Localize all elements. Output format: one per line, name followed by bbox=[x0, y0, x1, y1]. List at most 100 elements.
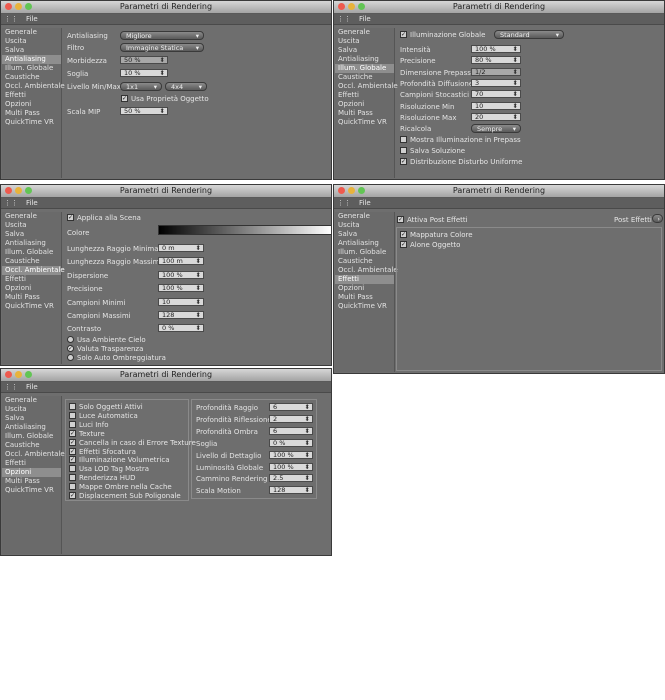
sidebar-item-salva[interactable]: Salva bbox=[335, 230, 394, 239]
profondita-riflessione-field[interactable]: 2 ⬍ bbox=[269, 414, 313, 423]
sidebar-item-quicktime-vr[interactable]: QuickTime VR bbox=[2, 486, 61, 495]
risoluzione-min-field[interactable]: 10 ⬍ bbox=[471, 101, 521, 110]
sidebar-item-antialiasing[interactable]: Antialiasing bbox=[335, 239, 394, 248]
sidebar-item-opzioni[interactable]: Opzioni bbox=[335, 284, 394, 293]
sidebar-item-occl-ambientale[interactable]: Occl. Ambientale bbox=[2, 82, 65, 91]
sidebar-item-antialiasing[interactable]: Antialiasing bbox=[2, 239, 61, 248]
sidebar-item-multi-pass[interactable]: Multi Pass bbox=[2, 109, 61, 118]
sidebar-item-quicktime-vr[interactable]: QuickTime VR bbox=[335, 118, 394, 127]
salva-soluzione-checkbox[interactable] bbox=[400, 147, 407, 154]
campioni-stocastici-field[interactable]: 70 ⬍ bbox=[471, 90, 521, 99]
soglia-field[interactable]: 0 % ⬍ bbox=[269, 438, 313, 447]
solo-auto-ombreggiatura-checkbox[interactable] bbox=[67, 354, 74, 361]
sidebar-item-effetti[interactable]: Effetti bbox=[335, 275, 394, 284]
sidebar-item-occl-ambientale[interactable]: Occl. Ambientale bbox=[2, 450, 65, 459]
valuta-trasparenza-checkbox[interactable]: ✓ bbox=[67, 345, 74, 352]
usa-lod-tag-mostra-checkbox[interactable] bbox=[69, 465, 76, 473]
precisione-field[interactable]: 100 % ⬍ bbox=[158, 284, 204, 293]
livello-di-dettaglio-field[interactable]: 100 % ⬍ bbox=[269, 450, 313, 459]
title-bar[interactable]: Parametri di Rendering bbox=[1, 185, 331, 198]
sidebar-item-uscita[interactable]: Uscita bbox=[2, 221, 61, 230]
sidebar-item-effetti[interactable]: Effetti bbox=[2, 91, 61, 100]
sidebar-item-generale[interactable]: Generale bbox=[335, 212, 394, 221]
file-menu[interactable]: File bbox=[26, 383, 38, 391]
profondita-diffusione-field[interactable]: 3 ⬍ bbox=[471, 78, 521, 87]
sidebar-item-effetti[interactable]: Effetti bbox=[335, 91, 394, 100]
sidebar-item-generale[interactable]: Generale bbox=[2, 28, 61, 37]
mostra-illuminazione-in-prepass-checkbox[interactable] bbox=[400, 136, 407, 143]
sidebar-item-multi-pass[interactable]: Multi Pass bbox=[2, 477, 61, 486]
sidebar-item-opzioni[interactable]: Opzioni bbox=[335, 100, 394, 109]
lunghezza-raggio-massima-field[interactable]: 100 m ⬍ bbox=[158, 257, 204, 266]
sidebar-item-uscita[interactable]: Uscita bbox=[335, 37, 394, 46]
dimensione-prepass-field[interactable]: 1/2 ⬍ bbox=[471, 67, 521, 76]
sidebar-item-caustiche[interactable]: Caustiche bbox=[335, 73, 394, 82]
sidebar-item-effetti[interactable]: Effetti bbox=[2, 459, 61, 468]
cammino-rendering-field[interactable]: 2.5 ⬍ bbox=[269, 474, 313, 483]
texture-checkbox[interactable]: ✓ bbox=[69, 429, 76, 437]
sidebar-item-occl-ambientale[interactable]: Occl. Ambientale bbox=[2, 266, 65, 275]
lunghezza-raggio-minima-field[interactable]: 0 m ⬍ bbox=[158, 244, 204, 252]
sidebar-item-multi-pass[interactable]: Multi Pass bbox=[335, 293, 394, 302]
sidebar-item-occl-ambientale[interactable]: Occl. Ambientale bbox=[335, 266, 398, 275]
usa-ambiente-cielo-checkbox[interactable] bbox=[67, 336, 74, 343]
file-menu[interactable]: File bbox=[359, 199, 371, 207]
luci-info-checkbox[interactable] bbox=[69, 420, 76, 428]
sidebar-item-opzioni[interactable]: Opzioni bbox=[2, 468, 61, 477]
sidebar-item-salva[interactable]: Salva bbox=[2, 230, 61, 239]
ricalcola-select[interactable]: Sempre ▾ bbox=[471, 124, 521, 134]
effetti-sfocatura-checkbox[interactable]: ✓ bbox=[69, 447, 76, 455]
gi-mode-select[interactable]: Standard ▾ bbox=[494, 30, 564, 39]
sidebar-item-occl-ambientale[interactable]: Occl. Ambientale bbox=[335, 82, 398, 91]
mip-scale-field[interactable]: 50 % ⬍ bbox=[120, 107, 168, 115]
campioni-minimi-field[interactable]: 10 ⬍ bbox=[158, 297, 204, 306]
profondita-ombra-field[interactable]: 6 ⬍ bbox=[269, 426, 313, 435]
level-min-select[interactable]: 1x1 ▾ bbox=[120, 82, 162, 91]
level-max-select[interactable]: 4x4 ▾ bbox=[165, 82, 207, 91]
sidebar-item-illum-globale[interactable]: Illum. Globale bbox=[2, 432, 61, 441]
activate-post-effects-checkbox[interactable]: ✓ bbox=[397, 216, 404, 223]
sidebar-item-quicktime-vr[interactable]: QuickTime VR bbox=[2, 302, 61, 311]
scala-motion-field[interactable]: 128 ⬍ bbox=[269, 486, 313, 495]
sidebar-item-opzioni[interactable]: Opzioni bbox=[2, 100, 61, 109]
sidebar-item-antialiasing[interactable]: Antialiasing bbox=[2, 55, 61, 64]
sidebar-item-quicktime-vr[interactable]: QuickTime VR bbox=[335, 302, 394, 311]
displacement-sub-poligonale-checkbox[interactable]: ✓ bbox=[69, 492, 76, 499]
sidebar-item-opzioni[interactable]: Opzioni bbox=[2, 284, 61, 293]
softness-field[interactable]: 50 % ⬍ bbox=[120, 56, 168, 64]
sidebar-item-multi-pass[interactable]: Multi Pass bbox=[335, 109, 394, 118]
sidebar-item-illum-globale[interactable]: Illum. Globale bbox=[2, 64, 61, 73]
renderizza-hud-checkbox[interactable] bbox=[69, 474, 76, 482]
sidebar-item-effetti[interactable]: Effetti bbox=[2, 275, 61, 284]
profondita-raggio-field[interactable]: 6 ⬍ bbox=[269, 403, 313, 411]
luce-automatica-checkbox[interactable] bbox=[69, 411, 76, 419]
sidebar-item-illum-globale[interactable]: Illum. Globale bbox=[335, 64, 394, 73]
sidebar-item-uscita[interactable]: Uscita bbox=[2, 405, 61, 414]
risoluzione-max-field[interactable]: 20 ⬍ bbox=[471, 112, 521, 121]
title-bar[interactable]: Parametri di Rendering bbox=[334, 1, 664, 14]
solo-oggetti-attivi-checkbox[interactable] bbox=[69, 403, 76, 410]
mappatura-colore-checkbox[interactable]: ✓ bbox=[400, 231, 407, 238]
precisione-field[interactable]: 80 % ⬍ bbox=[471, 56, 521, 65]
sidebar-item-salva[interactable]: Salva bbox=[335, 46, 394, 55]
campioni-massimi-field[interactable]: 128 ⬍ bbox=[158, 311, 204, 319]
sidebar-item-quicktime-vr[interactable]: QuickTime VR bbox=[2, 118, 61, 127]
sidebar-item-caustiche[interactable]: Caustiche bbox=[2, 441, 61, 450]
title-bar[interactable]: Parametri di Rendering bbox=[1, 1, 331, 14]
alone-oggetto-checkbox[interactable]: ✓ bbox=[400, 241, 407, 248]
sidebar-item-illum-globale[interactable]: Illum. Globale bbox=[2, 248, 61, 257]
threshold-field[interactable]: 10 % ⬍ bbox=[120, 69, 168, 77]
sidebar-item-generale[interactable]: Generale bbox=[335, 28, 394, 37]
illuminazione-volumetrica-checkbox[interactable]: ✓ bbox=[69, 456, 76, 464]
luminosita-globale-field[interactable]: 100 % ⬍ bbox=[269, 462, 313, 471]
sidebar-item-multi-pass[interactable]: Multi Pass bbox=[2, 293, 61, 302]
title-bar[interactable]: Parametri di Rendering bbox=[334, 185, 664, 198]
use-object-properties-checkbox[interactable]: ✓ bbox=[121, 95, 128, 102]
file-menu[interactable]: File bbox=[26, 15, 38, 23]
sidebar-item-caustiche[interactable]: Caustiche bbox=[2, 257, 61, 266]
sidebar-item-caustiche[interactable]: Caustiche bbox=[2, 73, 61, 82]
file-menu[interactable]: File bbox=[359, 15, 371, 23]
title-bar[interactable]: Parametri di Rendering bbox=[1, 369, 331, 382]
post-effects-menu-button[interactable]: › bbox=[652, 214, 663, 223]
file-menu[interactable]: File bbox=[26, 199, 38, 207]
